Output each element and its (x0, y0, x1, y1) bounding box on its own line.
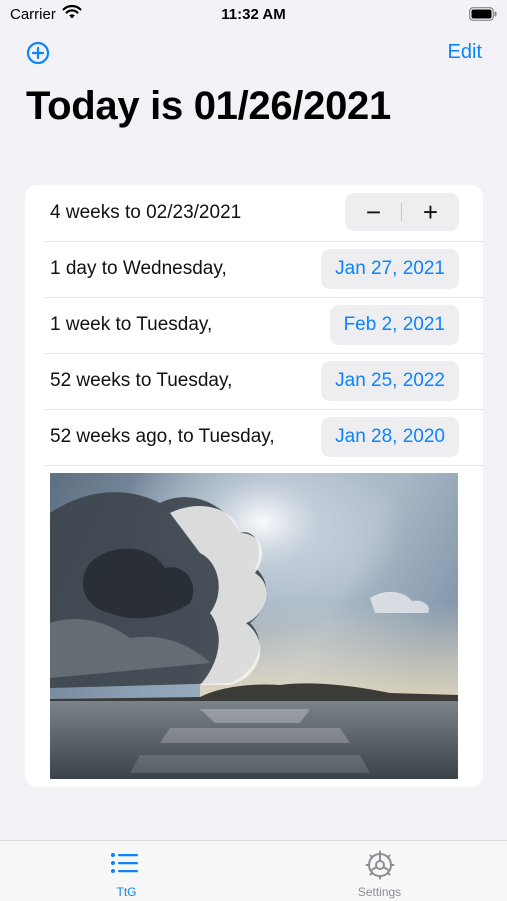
edit-button[interactable]: Edit (448, 41, 482, 64)
list-icon (110, 850, 140, 881)
dates-card: 4 weeks to 02/23/2021 − + 1 day to Wedne… (25, 185, 483, 787)
date-button[interactable]: Jan 27, 2021 (321, 249, 459, 289)
row-label: 52 weeks ago, to Tuesday, (50, 426, 275, 447)
battery-icon (469, 7, 497, 25)
row-label: 4 weeks to 02/23/2021 (50, 202, 242, 223)
row-label: 52 weeks to Tuesday, (50, 370, 233, 391)
tab-label: Settings (357, 885, 402, 899)
tab-settings[interactable]: Settings (253, 841, 506, 901)
clock: 11:32 AM (221, 6, 286, 23)
row-label: 1 day to Wednesday, (50, 258, 227, 279)
list-item: 1 week to Tuesday, Feb 2, 2021 (45, 297, 483, 354)
increment-button[interactable]: + (402, 193, 459, 231)
plus-circle-icon (26, 41, 50, 65)
landscape-photo (50, 473, 458, 779)
list-item: 52 weeks to Tuesday, Jan 25, 2022 (45, 353, 483, 410)
add-button[interactable] (26, 41, 50, 65)
list-item: 1 day to Wednesday, Jan 27, 2021 (45, 241, 483, 298)
date-button[interactable]: Feb 2, 2021 (329, 305, 459, 345)
date-button[interactable]: Jan 25, 2022 (321, 361, 459, 401)
status-bar: Carrier 11:32 AM (0, 0, 507, 30)
row-label: 1 week to Tuesday, (50, 314, 213, 335)
decrement-button[interactable]: − (345, 193, 402, 231)
weeks-stepper[interactable]: − + (345, 193, 459, 231)
list-item: 4 weeks to 02/23/2021 − + (45, 185, 483, 242)
gear-icon (365, 850, 395, 885)
page-title: Today is 01/26/2021 (26, 84, 391, 128)
tab-label: TtG (116, 885, 137, 899)
date-button[interactable]: Jan 28, 2020 (321, 417, 459, 457)
tab-ttg[interactable]: TtG (0, 841, 253, 901)
list-item: 52 weeks ago, to Tuesday, Jan 28, 2020 (45, 409, 483, 466)
tab-bar: TtG Settings (0, 840, 507, 901)
